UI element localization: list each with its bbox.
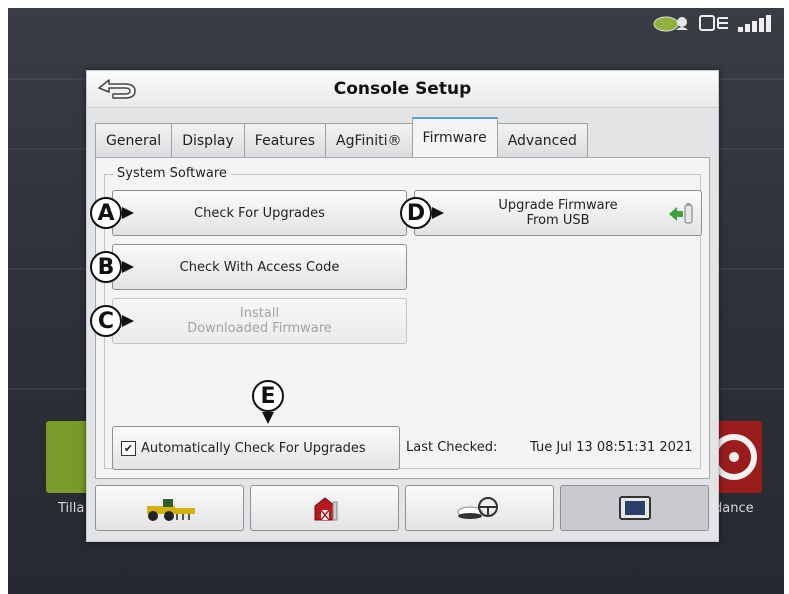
callout-e: E <box>252 380 284 412</box>
tillage-app-label: Tilla <box>58 501 85 516</box>
dialog-title: Console Setup <box>333 79 472 99</box>
dialog-titlebar: Console Setup <box>87 71 718 108</box>
implement-status-icon[interactable] <box>698 12 730 34</box>
check-with-access-code-button[interactable]: Check With Access Code <box>112 244 407 290</box>
display-button[interactable] <box>560 485 709 531</box>
console-setup-dialog: Console Setup General Display Features A… <box>86 70 719 542</box>
callout-c-arrow <box>122 315 134 327</box>
tractor-icon <box>146 499 195 521</box>
upgrade-label-line2: From USB <box>526 213 590 228</box>
signal-strength-icon[interactable] <box>736 12 774 34</box>
upgrade-firmware-from-usb-button[interactable]: Upgrade Firmware From USB <box>414 190 702 236</box>
callout-d-arrow <box>432 207 444 219</box>
display-icon <box>618 496 651 520</box>
install-label-line2: Downloaded Firmware <box>187 321 332 336</box>
firmware-panel: System Software Check For Upgrades Check… <box>90 157 710 479</box>
callout-c: C <box>90 305 122 337</box>
auto-check-checkbox[interactable]: ✔ <box>121 440 136 456</box>
guidance-button[interactable] <box>405 485 554 531</box>
bottom-toolbar <box>95 485 710 531</box>
auto-check-label: Automatically Check For Upgrades <box>141 440 366 456</box>
auto-check-upgrades-toggle[interactable]: ✔ Automatically Check For Upgrades <box>112 426 400 470</box>
guidance-app-label: dance <box>714 501 754 516</box>
tab-agfiniti[interactable]: AgFiniti® <box>325 123 413 157</box>
tab-advanced[interactable]: Advanced <box>496 123 588 157</box>
last-checked-value: Tue Jul 13 08:51:31 2021 <box>530 440 693 455</box>
callout-b: B <box>90 251 122 283</box>
tab-features[interactable]: Features <box>243 123 326 157</box>
usb-import-icon <box>669 203 693 224</box>
tab-firmware[interactable]: Firmware <box>411 117 498 157</box>
callout-b-arrow <box>122 261 134 273</box>
check-for-upgrades-button[interactable]: Check For Upgrades <box>112 190 407 236</box>
tab-general[interactable]: General <box>95 123 173 157</box>
screen-background: Tilla dance Console Setup General Displa… <box>8 8 784 594</box>
barn-icon <box>314 497 337 521</box>
install-label-line1: Install <box>239 306 280 321</box>
group-label: System Software <box>113 166 231 181</box>
last-checked-label: Last Checked: <box>406 440 498 455</box>
callout-e-arrow <box>262 412 274 424</box>
callout-a-arrow <box>122 207 134 219</box>
gps-steering-icon <box>457 497 498 519</box>
farm-button[interactable] <box>250 485 399 531</box>
callout-a: A <box>90 197 122 229</box>
upgrade-label-line1: Upgrade Firmware <box>498 198 618 213</box>
callout-d: D <box>400 197 432 229</box>
tab-display[interactable]: Display <box>171 123 245 157</box>
tab-bar: General Display Features AgFiniti® Firmw… <box>95 117 588 157</box>
field-status-icon[interactable] <box>652 12 692 34</box>
status-bar <box>652 12 774 34</box>
check-with-access-code-label: Check With Access Code <box>179 259 340 275</box>
install-downloaded-firmware-button[interactable]: Install Downloaded Firmware <box>112 298 407 344</box>
check-for-upgrades-label: Check For Upgrades <box>194 205 325 221</box>
tractor-button[interactable] <box>95 485 244 531</box>
